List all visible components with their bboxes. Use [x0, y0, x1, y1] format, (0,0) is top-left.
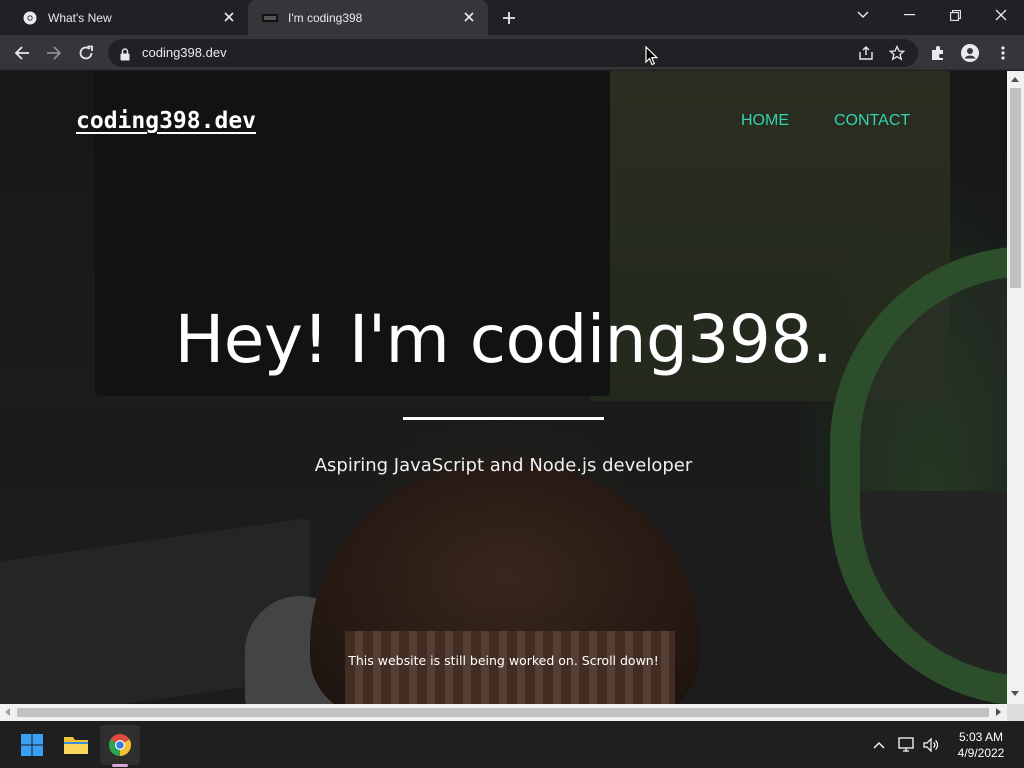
scrollbar-corner [1007, 704, 1024, 721]
clock-time: 5:03 AM [958, 730, 1004, 744]
nav-link-contact[interactable]: CONTACT [834, 112, 910, 130]
back-icon[interactable] [9, 40, 35, 66]
horizontal-scroll-thumb[interactable] [17, 708, 989, 717]
scroll-down-icon[interactable] [1011, 691, 1019, 696]
address-bar[interactable]: coding398.dev [108, 39, 918, 67]
profile-avatar-icon[interactable] [957, 40, 983, 66]
close-tab-icon[interactable] [222, 10, 236, 24]
tab-strip: What's New I'm coding398 [0, 0, 1024, 35]
vertical-scrollbar[interactable] [1007, 71, 1024, 704]
minimize-icon[interactable] [886, 0, 932, 30]
new-tab-button[interactable] [499, 8, 519, 28]
hero-title: Hey! I'm coding398. [174, 301, 833, 378]
volume-icon[interactable] [921, 735, 941, 755]
page-viewport: coding398.dev HOME CONTACT Hey! I'm codi… [0, 71, 1007, 704]
chrome-icon [22, 10, 38, 26]
restore-icon[interactable] [932, 0, 978, 30]
active-app-indicator [112, 764, 128, 767]
vertical-scroll-thumb[interactable] [1010, 88, 1021, 288]
mouse-pointer-icon [645, 45, 659, 70]
windows-start-icon[interactable] [12, 725, 52, 765]
horizontal-scrollbar[interactable] [0, 704, 1007, 721]
file-explorer-icon[interactable] [56, 725, 96, 765]
tab-coding398[interactable]: I'm coding398 [248, 0, 488, 35]
scroll-right-icon[interactable] [996, 708, 1001, 716]
windows-taskbar: 5:03 AM 4/9/2022 [0, 721, 1024, 768]
system-clock[interactable]: 5:03 AM 4/9/2022 [948, 729, 1014, 761]
nav-link-home[interactable]: HOME [741, 112, 789, 130]
tab-title: What's New [48, 10, 112, 25]
scroll-left-icon[interactable] [5, 708, 10, 716]
close-window-icon[interactable] [978, 0, 1024, 30]
tab-title: I'm coding398 [288, 10, 363, 25]
hero-divider [403, 417, 604, 420]
scroll-up-icon[interactable] [1011, 77, 1019, 82]
share-icon[interactable] [857, 44, 875, 62]
forward-icon[interactable] [41, 40, 67, 66]
lock-icon[interactable] [120, 46, 130, 65]
address-text: coding398.dev [142, 45, 227, 60]
site-favicon-icon [262, 10, 278, 26]
bookmark-star-icon[interactable] [888, 44, 906, 62]
tab-whats-new[interactable]: What's New [8, 0, 248, 35]
browser-toolbar: coding398.dev [0, 35, 1024, 70]
clock-date: 4/9/2022 [957, 746, 1005, 760]
reload-icon[interactable] [73, 40, 99, 66]
hero-subtitle: Aspiring JavaScript and Node.js develope… [314, 455, 693, 476]
hero-dark-overlay [0, 71, 1007, 704]
chrome-taskbar-icon[interactable] [100, 725, 140, 765]
extensions-icon[interactable] [925, 40, 951, 66]
network-icon[interactable] [896, 735, 916, 755]
menu-kebab-icon[interactable] [990, 40, 1016, 66]
close-tab-icon[interactable] [462, 10, 476, 24]
hero-note: This website is still being worked on. S… [348, 653, 659, 668]
site-logo-link[interactable]: coding398.dev [76, 108, 256, 134]
tray-chevron-up-icon[interactable] [869, 735, 889, 755]
tab-search-icon[interactable] [840, 0, 886, 30]
